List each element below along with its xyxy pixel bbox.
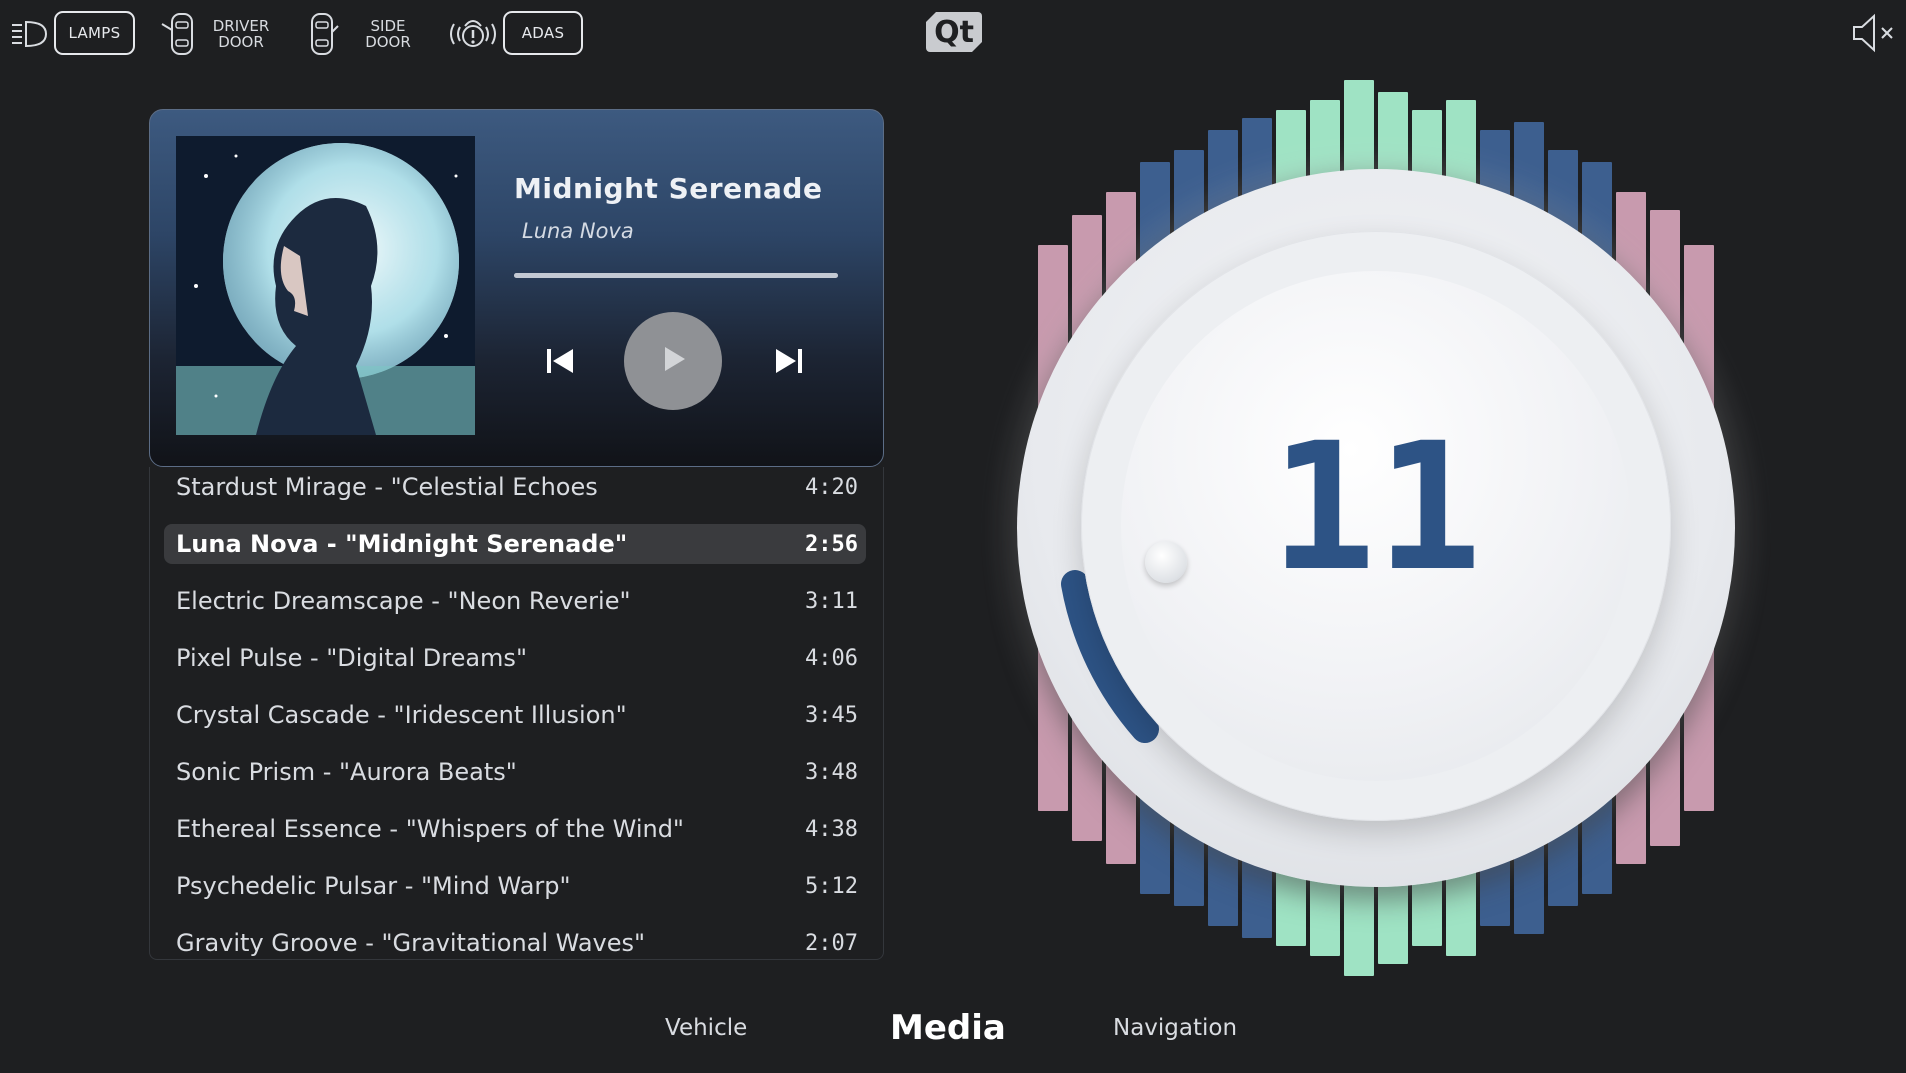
- track-duration: 3:48: [805, 759, 858, 785]
- lamps-button[interactable]: LAMPS: [54, 11, 135, 55]
- headlight-icon: [10, 18, 50, 52]
- track-title: Midnight Serenade: [514, 172, 823, 205]
- album-art: [176, 136, 475, 435]
- qt-logo: Qt: [926, 12, 982, 52]
- track-name: Stardust Mirage - "Celestial Echoes: [176, 473, 598, 501]
- track-name: Psychedelic Pulsar - "Mind Warp": [176, 872, 571, 900]
- side-door-label[interactable]: SIDE DOOR: [356, 18, 420, 50]
- play-button[interactable]: [624, 312, 722, 410]
- track-name: Gravity Groove - "Gravitational Waves": [176, 929, 646, 957]
- track-name: Pixel Pulse - "Digital Dreams": [176, 644, 527, 672]
- nav-vehicle[interactable]: Vehicle: [665, 1015, 747, 1041]
- playlist: Stardust Mirage - "Celestial Echoes 4:20 L…: [149, 467, 884, 960]
- track-duration: 3:11: [805, 588, 858, 614]
- nav-navigation[interactable]: Navigation: [1113, 1015, 1237, 1041]
- progress-fill: [514, 273, 838, 278]
- playlist-item[interactable]: Stardust Mirage - "Celestial Echoes 4:20: [164, 467, 866, 507]
- playlist-item[interactable]: Crystal Cascade - "Iridescent Illusion" 3…: [164, 695, 866, 735]
- track-name: Luna Nova - "Midnight Serenade": [176, 530, 628, 558]
- nav-media[interactable]: Media: [890, 1008, 1006, 1048]
- track-duration: 4:06: [805, 645, 858, 671]
- track-name: Sonic Prism - "Aurora Beats": [176, 758, 517, 786]
- track-duration: 2:07: [805, 930, 858, 956]
- volume-knob-indicator[interactable]: [1145, 541, 1187, 583]
- track-artist: Luna Nova: [522, 219, 634, 243]
- track-duration: 3:45: [805, 702, 858, 728]
- progress-bar[interactable]: [514, 273, 838, 278]
- adas-button[interactable]: ADAS: [503, 11, 583, 55]
- playlist-item[interactable]: Psychedelic Pulsar - "Mind Warp" 5:12: [164, 866, 866, 906]
- now-playing-card: Midnight Serenade Luna Nova: [149, 109, 884, 467]
- previous-track-icon[interactable]: [544, 345, 576, 381]
- side-door-icon[interactable]: [306, 12, 340, 60]
- driver-door-label[interactable]: DRIVER DOOR: [208, 18, 274, 50]
- track-duration: 5:12: [805, 873, 858, 899]
- playlist-item[interactable]: Sonic Prism - "Aurora Beats" 3:48: [164, 752, 866, 792]
- next-track-icon[interactable]: [773, 345, 805, 381]
- track-duration: 4:38: [805, 816, 858, 842]
- playlist-item[interactable]: Electric Dreamscape - "Neon Reverie" 3:11: [164, 581, 866, 621]
- playlist-item[interactable]: Gravity Groove - "Gravitational Waves" 2:…: [164, 923, 866, 959]
- volume-value: 11: [1270, 405, 1482, 610]
- track-name: Ethereal Essence - "Whispers of the Wind…: [176, 815, 684, 843]
- playlist-item[interactable]: Ethereal Essence - "Whispers of the Wind…: [164, 809, 866, 849]
- track-name: Crystal Cascade - "Iridescent Illusion": [176, 701, 627, 729]
- playlist-item[interactable]: Pixel Pulse - "Digital Dreams" 4:06: [164, 638, 866, 678]
- playlist-item[interactable]: Luna Nova - "Midnight Serenade" 2:56: [164, 524, 866, 564]
- speaker-muted-icon[interactable]: [1850, 12, 1896, 58]
- track-duration: 4:20: [805, 474, 858, 500]
- track-name: Electric Dreamscape - "Neon Reverie": [176, 587, 631, 615]
- driver-door-icon[interactable]: [160, 12, 198, 60]
- play-icon: [658, 344, 688, 378]
- adas-warning-icon: [446, 14, 500, 58]
- track-duration: 2:56: [805, 531, 858, 557]
